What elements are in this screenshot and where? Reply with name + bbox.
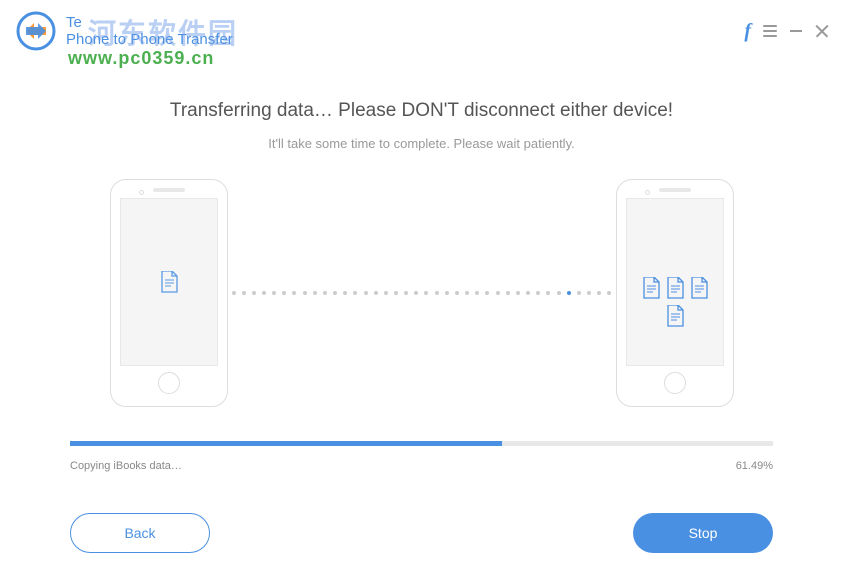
home-button-icon bbox=[664, 372, 686, 394]
minimize-button[interactable] bbox=[789, 24, 803, 38]
transfer-dot bbox=[465, 291, 469, 295]
close-button[interactable] bbox=[815, 24, 829, 38]
document-icon bbox=[690, 277, 708, 299]
progress-fill bbox=[70, 441, 502, 446]
transfer-dot bbox=[607, 291, 611, 295]
transfer-dot bbox=[242, 291, 246, 295]
facebook-icon[interactable]: f bbox=[744, 20, 751, 43]
transfer-dot bbox=[577, 291, 581, 295]
phones-container bbox=[70, 173, 773, 413]
transfer-dot bbox=[516, 291, 520, 295]
progress-percent: 61.49% bbox=[736, 460, 773, 472]
transfer-dot bbox=[455, 291, 459, 295]
transfer-dot bbox=[394, 291, 398, 295]
transfer-dot bbox=[303, 291, 307, 295]
app-title: Te Phone to Phone Transfer bbox=[66, 14, 233, 48]
target-phone-screen bbox=[626, 198, 724, 366]
menu-icon[interactable] bbox=[763, 25, 777, 37]
transfer-dot bbox=[262, 291, 266, 295]
transfer-dots bbox=[232, 292, 612, 294]
content-area: Transferring data… Please DON'T disconne… bbox=[0, 48, 843, 413]
transfer-dot bbox=[333, 291, 337, 295]
stop-button[interactable]: Stop bbox=[633, 513, 773, 553]
source-phone-screen bbox=[120, 198, 218, 366]
transfer-dot bbox=[526, 291, 530, 295]
transfer-dot bbox=[424, 291, 428, 295]
transfer-dot bbox=[292, 291, 296, 295]
transfer-dot bbox=[343, 291, 347, 295]
transfer-dot bbox=[496, 291, 500, 295]
transfer-subheading: It'll take some time to complete. Please… bbox=[70, 136, 773, 151]
transfer-dot bbox=[323, 291, 327, 295]
transfer-dot bbox=[414, 291, 418, 295]
document-icon bbox=[160, 271, 178, 293]
transfer-dot bbox=[445, 291, 449, 295]
progress-info: Copying iBooks data… 61.49% bbox=[70, 460, 773, 472]
progress-section: Copying iBooks data… 61.49% bbox=[0, 441, 843, 472]
transfer-dot bbox=[232, 291, 236, 295]
transfer-dot bbox=[475, 291, 479, 295]
transfer-dot bbox=[435, 291, 439, 295]
transfer-dot bbox=[536, 291, 540, 295]
document-icon bbox=[666, 277, 684, 299]
transfer-dot bbox=[364, 291, 368, 295]
transfer-dot bbox=[546, 291, 550, 295]
target-phone bbox=[616, 179, 734, 407]
footer-buttons: Back Stop bbox=[0, 513, 843, 553]
transfer-dot bbox=[506, 291, 510, 295]
header-bar: Te Phone to Phone Transfer f bbox=[0, 0, 843, 48]
app-logo-icon bbox=[14, 9, 58, 53]
source-phone bbox=[110, 179, 228, 407]
transfer-dot bbox=[313, 291, 317, 295]
document-icon bbox=[666, 305, 684, 327]
transfer-dot bbox=[567, 291, 571, 295]
transfer-dot bbox=[557, 291, 561, 295]
transfer-dot bbox=[485, 291, 489, 295]
header-left: Te Phone to Phone Transfer bbox=[14, 9, 233, 53]
transfer-dot bbox=[252, 291, 256, 295]
progress-bar bbox=[70, 441, 773, 446]
transfer-heading: Transferring data… Please DON'T disconne… bbox=[70, 100, 773, 122]
progress-status: Copying iBooks data… bbox=[70, 460, 182, 472]
header-right: f bbox=[744, 20, 829, 43]
transfer-dot bbox=[587, 291, 591, 295]
transfer-dot bbox=[353, 291, 357, 295]
transfer-dot bbox=[404, 291, 408, 295]
transfer-dot bbox=[374, 291, 378, 295]
transfer-dot bbox=[282, 291, 286, 295]
home-button-icon bbox=[158, 372, 180, 394]
transfer-dot bbox=[384, 291, 388, 295]
back-button[interactable]: Back bbox=[70, 513, 210, 553]
document-icon bbox=[642, 277, 660, 299]
transfer-dot bbox=[597, 291, 601, 295]
transfer-dot bbox=[272, 291, 276, 295]
